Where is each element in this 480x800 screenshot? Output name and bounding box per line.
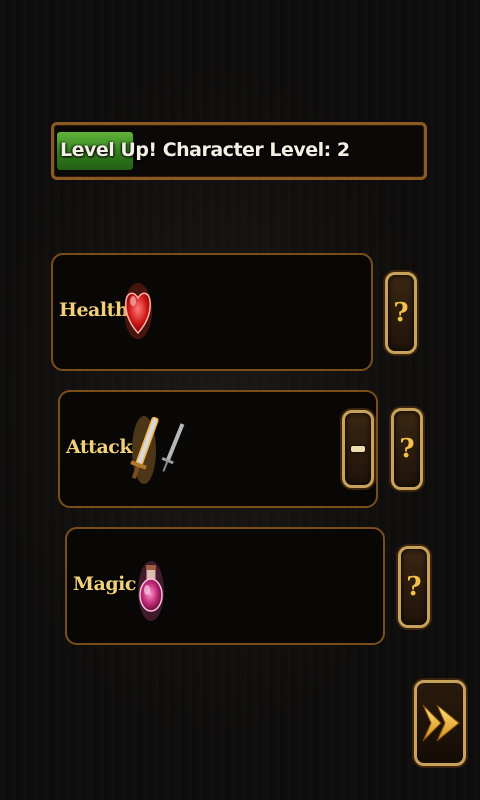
attack-minus-button[interactable] <box>342 410 374 488</box>
stat-panel-attack: Attack <box>58 390 378 508</box>
heart-icon <box>123 281 153 345</box>
level-up-text: Level Up! Character Level: 2 <box>60 139 350 161</box>
next-button[interactable] <box>414 680 466 766</box>
double-arrow-icon <box>421 701 461 749</box>
level-up-screen: Level Up! Character Level: 2 Health ? At… <box>0 0 480 800</box>
help-icon: ? <box>393 298 409 328</box>
stat-label-magic: Magic <box>73 573 136 595</box>
help-icon: ? <box>399 434 415 464</box>
health-help-button[interactable]: ? <box>385 272 417 354</box>
stat-label-attack: Attack <box>66 436 133 458</box>
attack-help-button[interactable]: ? <box>391 408 423 490</box>
magic-help-button[interactable]: ? <box>398 546 430 628</box>
stat-panel-health: Health <box>51 253 373 371</box>
stat-panel-magic: Magic <box>65 527 385 645</box>
stat-label-health: Health <box>59 299 129 321</box>
level-progress-bar: Level Up! Character Level: 2 <box>51 122 427 180</box>
help-icon: ? <box>406 572 422 602</box>
minus-icon <box>351 446 365 452</box>
sword-icon <box>128 410 188 490</box>
potion-icon <box>137 555 165 629</box>
